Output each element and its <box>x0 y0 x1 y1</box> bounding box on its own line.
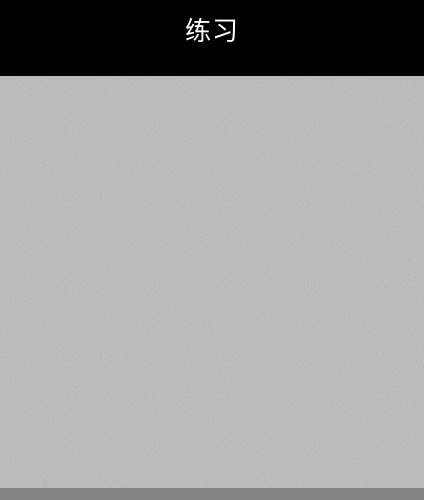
practice-screen: 练习 <box>0 0 424 500</box>
noise-image-area <box>0 76 424 488</box>
page-title: 练习 <box>184 17 239 47</box>
title-bar: 练习 <box>0 0 424 76</box>
bottom-strip <box>0 488 424 500</box>
noise-image <box>0 76 424 488</box>
